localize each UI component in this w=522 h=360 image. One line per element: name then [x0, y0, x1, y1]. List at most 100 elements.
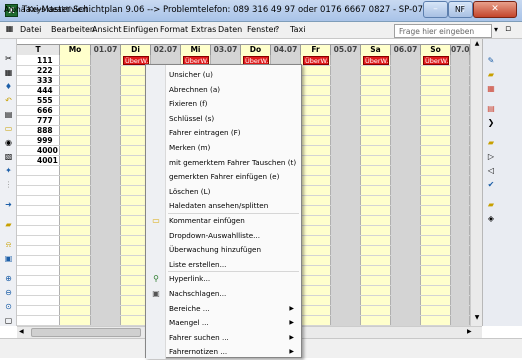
- column-header[interactable]: Mi: [181, 45, 211, 55]
- column-header[interactable]: 06.07: [391, 45, 421, 55]
- context-menu-item[interactable]: Maengel ... ▶: [146, 316, 301, 331]
- driver-id-cell[interactable]: 999: [20, 136, 60, 146]
- driver-id-cell[interactable]: 333: [20, 76, 60, 86]
- menu-item-5[interactable]: Extras: [191, 25, 216, 34]
- help-search-input[interactable]: Frage hier eingeben: [394, 24, 492, 38]
- overflow-warning-cell[interactable]: ÜberW...: [363, 56, 389, 65]
- context-menu-item[interactable]: Merken (m): [146, 141, 301, 156]
- context-menu-item[interactable]: Bereiche ... ▶: [146, 302, 301, 317]
- horizontal-scroll-thumb[interactable]: [31, 328, 141, 337]
- pane-icon-1[interactable]: ✎: [485, 55, 497, 66]
- driver-id-cell[interactable]: 777: [20, 116, 60, 126]
- column-header[interactable]: T: [17, 45, 60, 55]
- grid-icon[interactable]: ▦: [2, 67, 15, 78]
- pane-icon-10[interactable]: ▰: [485, 199, 497, 210]
- context-menu-item[interactable]: Fixieren (f): [146, 97, 301, 112]
- undo-icon[interactable]: ↶: [2, 95, 15, 106]
- menu-item-7[interactable]: Fenster: [247, 25, 277, 34]
- scroll-right-icon[interactable]: ▶: [467, 328, 472, 335]
- context-menu-item[interactable]: Dropdown-Auswahlliste...: [146, 229, 301, 244]
- column-header[interactable]: Mo: [60, 45, 91, 55]
- table-icon[interactable]: ▤: [2, 109, 15, 120]
- restore-workbook-icon[interactable]: ▫: [505, 24, 511, 34]
- folder-icon[interactable]: ▭: [2, 123, 15, 134]
- context-menu-item-label: Nachschlagen...: [169, 289, 227, 298]
- driver-id-cell[interactable]: 666: [20, 106, 60, 116]
- column-header[interactable]: Sa: [361, 45, 391, 55]
- sheet-icon[interactable]: ▧: [2, 151, 15, 162]
- pane-icon-7[interactable]: ▷: [485, 151, 497, 162]
- zoom-in-icon[interactable]: ⊕: [2, 273, 15, 284]
- filter-icon[interactable]: ♦: [2, 81, 15, 92]
- context-menu-item[interactable]: Liste erstellen...: [146, 258, 301, 273]
- pane-icon-4[interactable]: ▤: [485, 103, 497, 114]
- minimize-button[interactable]: –: [423, 1, 448, 18]
- column-header[interactable]: Do: [241, 45, 271, 55]
- arrow-icon[interactable]: ➜: [2, 199, 15, 210]
- driver-id-cell[interactable]: 4000: [20, 146, 60, 156]
- column-header[interactable]: 04.07: [271, 45, 301, 55]
- context-menu-item[interactable]: mit gemerktem Fahrer Tauschen (t): [146, 156, 301, 171]
- zoom-out-icon[interactable]: ⊖: [2, 287, 15, 298]
- menu-item-1[interactable]: Bearbeiten: [51, 25, 95, 34]
- menu-item-4[interactable]: Format: [160, 25, 188, 34]
- column-header[interactable]: Fr: [301, 45, 331, 55]
- pane-icon-9[interactable]: ✔: [485, 179, 497, 190]
- pane-icon-2[interactable]: ▰: [485, 69, 497, 80]
- driver-id-cell[interactable]: 555: [20, 96, 60, 106]
- context-menu-item[interactable]: Überwachung hinzufügen: [146, 243, 301, 258]
- pane-icon-6[interactable]: ▰: [485, 137, 497, 148]
- driver-id-cell[interactable]: 444: [20, 86, 60, 96]
- zoom-icon[interactable]: ⊙: [2, 301, 15, 312]
- pane-icon-3[interactable]: ▦: [485, 83, 497, 94]
- context-menu-item[interactable]: gemerkten Fahrer einfügen (e): [146, 170, 301, 185]
- context-menu-item[interactable]: Haledaten ansehen/splitten: [146, 199, 301, 214]
- column-header[interactable]: 05.07: [331, 45, 361, 55]
- menu-item-2[interactable]: Ansicht: [92, 25, 122, 34]
- dots-icon[interactable]: ⋮: [2, 179, 15, 190]
- lock-icon[interactable]: ◉: [2, 137, 15, 148]
- column-header[interactable]: 07.07: [451, 45, 475, 55]
- menu-item-6[interactable]: Daten: [218, 25, 242, 34]
- context-menu-item[interactable]: Löschen (L): [146, 185, 301, 200]
- context-menu-item[interactable]: Fahrer suchen ... ▶: [146, 331, 301, 346]
- column-header[interactable]: So: [421, 45, 451, 55]
- context-menu-item[interactable]: ▣ Nachschlagen...: [146, 287, 301, 302]
- help-dropdown-icon[interactable]: ▾: [494, 25, 498, 34]
- close-button[interactable]: ✕: [473, 1, 517, 18]
- pane-icon-8[interactable]: ◁: [485, 165, 497, 176]
- pane-icon-5[interactable]: ❯: [485, 117, 497, 128]
- column-header[interactable]: Di: [121, 45, 151, 55]
- open-icon[interactable]: ▰: [2, 219, 15, 230]
- context-menu-item[interactable]: ▭ Kommentar einfügen: [146, 214, 301, 229]
- menu-item-0[interactable]: Datei: [20, 25, 41, 34]
- window-icon[interactable]: ▢: [2, 315, 15, 326]
- driver-id-cell[interactable]: 222: [20, 66, 60, 76]
- column-header[interactable]: 01.07: [91, 45, 121, 55]
- vertical-scrollbar[interactable]: ▲ ▼: [470, 39, 482, 326]
- save-icon[interactable]: ▣: [2, 253, 15, 264]
- driver-id-cell[interactable]: 4001: [20, 156, 60, 166]
- star-icon[interactable]: ✦: [2, 165, 15, 176]
- bell-icon[interactable]: ⍾: [2, 239, 15, 250]
- context-menu-item[interactable]: Fahrer eintragen (F): [146, 126, 301, 141]
- menu-item-8[interactable]: ?: [275, 25, 279, 34]
- overflow-warning-cell[interactable]: ÜberW...: [423, 56, 449, 65]
- column-header[interactable]: 03.07: [211, 45, 241, 55]
- context-menu-item[interactable]: Abrechnen (a): [146, 83, 301, 98]
- driver-id-cell[interactable]: 111: [20, 56, 60, 66]
- context-menu-item[interactable]: Unsicher (u): [146, 68, 301, 83]
- scroll-left-icon[interactable]: ◀: [19, 328, 24, 335]
- context-menu-item[interactable]: ⚲ Hyperlink...: [146, 272, 301, 287]
- overflow-warning-cell[interactable]: ÜberW...: [303, 56, 329, 65]
- pane-icon-11[interactable]: ◈: [485, 213, 497, 224]
- menu-item-9[interactable]: Taxi: [290, 25, 305, 34]
- context-menu-item[interactable]: Schlüssel (s): [146, 112, 301, 127]
- column-header[interactable]: 02.07: [151, 45, 181, 55]
- workbook-icon[interactable]: ▦: [3, 24, 16, 36]
- driver-id-cell[interactable]: 888: [20, 126, 60, 136]
- cut-icon[interactable]: ✂: [2, 53, 15, 64]
- scroll-up-icon[interactable]: ▲: [472, 40, 482, 50]
- menu-item-3[interactable]: Einfügen: [123, 25, 158, 34]
- scroll-down-icon[interactable]: ▼: [472, 314, 482, 324]
